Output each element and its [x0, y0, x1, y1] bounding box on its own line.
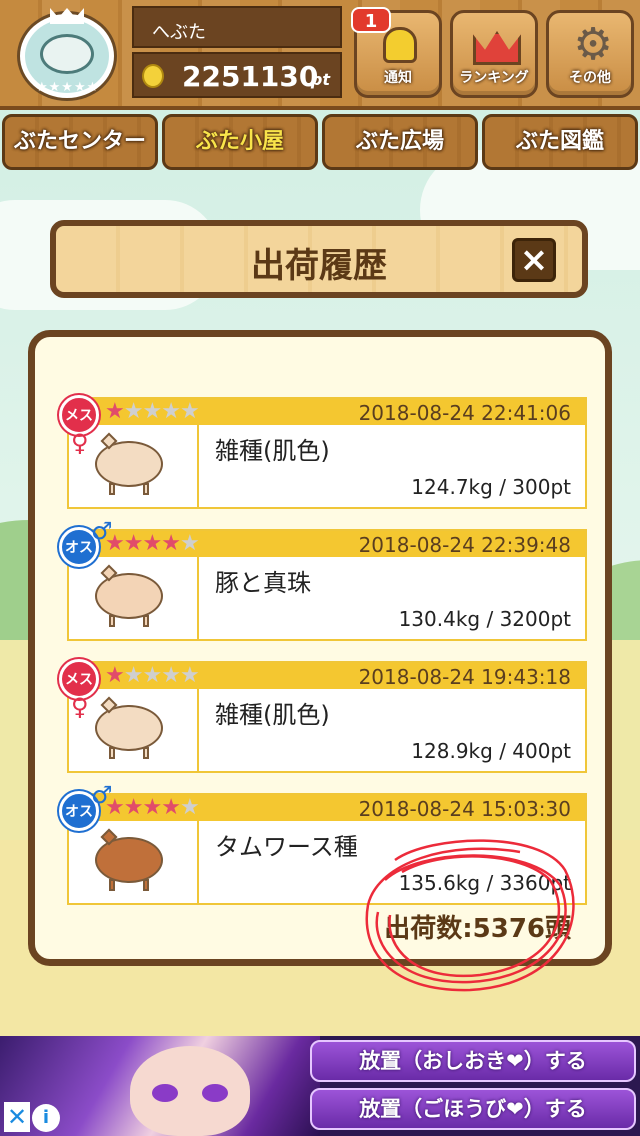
other-label: その他 [569, 70, 611, 86]
ad-close-icon[interactable]: ✕ [4, 1102, 30, 1132]
rarity-star-icon: ★ [161, 399, 181, 424]
rarity-star-icon: ★ [179, 399, 200, 424]
pig-icon [95, 564, 163, 627]
tab-buta-hiroba[interactable]: ぶた広場 [322, 114, 478, 170]
points-unit: pt [310, 70, 330, 89]
notification-button[interactable]: 1 通知 [351, 7, 442, 98]
coin-icon [142, 64, 164, 88]
ad-info-icon[interactable]: i [32, 1104, 60, 1132]
ship-date: 2018-08-24 22:41:06 [358, 401, 571, 425]
tab-buta-zukan[interactable]: ぶた図鑑 [482, 114, 638, 170]
history-card: ★★★★★ 2018-08-24 22:41:06 メス ♀ 雑種(肌色) 12… [59, 395, 587, 509]
points-value: 2251130 [182, 60, 319, 93]
total-shipped: 出荷数:5376頭 [384, 914, 571, 944]
ranking-button[interactable]: ランキング [450, 10, 538, 98]
rarity-star-icon: ★ [123, 531, 144, 556]
tab-buta-center[interactable]: ぶたセンター [2, 114, 158, 170]
male-symbol-icon: ♂ [91, 781, 113, 809]
pig-breed: タムワース種 [215, 833, 358, 861]
tab-buta-koya[interactable]: ぶた小屋 [162, 114, 318, 170]
rarity-stars: ★★★★★ [105, 399, 200, 425]
dialog-title: 出荷履歴 [251, 246, 387, 286]
gear-icon: ⚙ [573, 19, 613, 70]
rarity-star-icon: ★ [179, 531, 200, 556]
pig-icon [95, 828, 163, 891]
pig-icon [95, 432, 163, 495]
main-nav: ぶたセンター ぶた小屋 ぶた広場 ぶた図鑑 [0, 114, 640, 172]
crown-icon [473, 31, 521, 65]
rank-stars-icon: ★★★★★ [36, 80, 100, 95]
rarity-star-icon: ★ [123, 795, 144, 820]
pig-face-icon [40, 34, 94, 74]
player-avatar[interactable]: ★★★★★ [10, 6, 124, 104]
ship-date: 2018-08-24 22:39:48 [358, 533, 571, 557]
rarity-star-icon: ★ [123, 663, 144, 688]
rarity-stars: ★★★★★ [105, 795, 200, 821]
pig-thumbnail [69, 557, 199, 641]
rarity-star-icon: ★ [161, 531, 181, 556]
ship-date: 2018-08-24 19:43:18 [358, 665, 571, 689]
rarity-stars: ★★★★★ [105, 531, 200, 557]
pig-thumbnail [69, 821, 199, 905]
weight-points: 124.7kg / 300pt [411, 475, 571, 499]
pig-breed: 雑種(肌色) [215, 701, 330, 729]
pig-breed: 豚と真珠 [215, 569, 311, 597]
rarity-star-icon: ★ [179, 663, 200, 688]
username-box: へぶた [132, 6, 342, 48]
close-button[interactable]: × [512, 238, 556, 282]
notification-label: 通知 [384, 70, 412, 86]
rarity-star-icon: ★ [142, 795, 162, 820]
rarity-star-icon: ★ [161, 795, 181, 820]
ad-reward-button[interactable]: 放置（ごほうび❤）する [310, 1088, 636, 1130]
top-header: ★★★★★ へぶた 2251130 pt 1 通知 ランキング ⚙ その他 [0, 0, 640, 110]
weight-points: 135.6kg / 3360pt [398, 871, 571, 895]
ranking-label: ランキング [459, 70, 529, 86]
rarity-star-icon: ★ [142, 663, 162, 688]
female-symbol-icon: ♀ [71, 693, 89, 721]
bell-icon [383, 27, 417, 63]
rarity-star-icon: ★ [105, 399, 125, 424]
dialog-title-bar: 出荷履歴 × [50, 220, 588, 298]
other-button[interactable]: ⚙ その他 [546, 10, 634, 98]
points-box: 2251130 pt [132, 52, 342, 98]
history-card: ★★★★★ 2018-08-24 15:03:30 オス ♂ タムワース種 13… [59, 781, 587, 905]
username: へぶた [152, 22, 206, 43]
rarity-star-icon: ★ [142, 531, 162, 556]
history-card: ★★★★★ 2018-08-24 19:43:18 メス ♀ 雑種(肌色) 12… [59, 659, 587, 773]
weight-points: 128.9kg / 400pt [411, 739, 571, 763]
female-symbol-icon: ♀ [71, 429, 89, 457]
crown-icon [50, 8, 84, 24]
rarity-star-icon: ★ [123, 399, 144, 424]
pig-breed: 雑種(肌色) [215, 437, 330, 465]
pig-icon [95, 696, 163, 759]
shipping-history-panel: ★★★★★ 2018-08-24 22:41:06 メス ♀ 雑種(肌色) 12… [28, 330, 612, 966]
history-card: ★★★★★ 2018-08-24 22:39:48 オス ♂ 豚と真珠 130.… [59, 517, 587, 641]
rarity-star-icon: ★ [161, 663, 181, 688]
weight-points: 130.4kg / 3200pt [398, 607, 571, 631]
notification-badge: 1 [351, 7, 391, 33]
ship-date: 2018-08-24 15:03:30 [358, 797, 571, 821]
male-symbol-icon: ♂ [91, 517, 113, 545]
ad-punish-button[interactable]: 放置（おしおき❤）する [310, 1040, 636, 1082]
rarity-star-icon: ★ [142, 399, 162, 424]
rarity-stars: ★★★★★ [105, 663, 200, 689]
rarity-star-icon: ★ [105, 663, 125, 688]
rarity-star-icon: ★ [179, 795, 200, 820]
ad-banner[interactable]: 放置（おしおき❤）する 放置（ごほうび❤）する [0, 1036, 640, 1136]
